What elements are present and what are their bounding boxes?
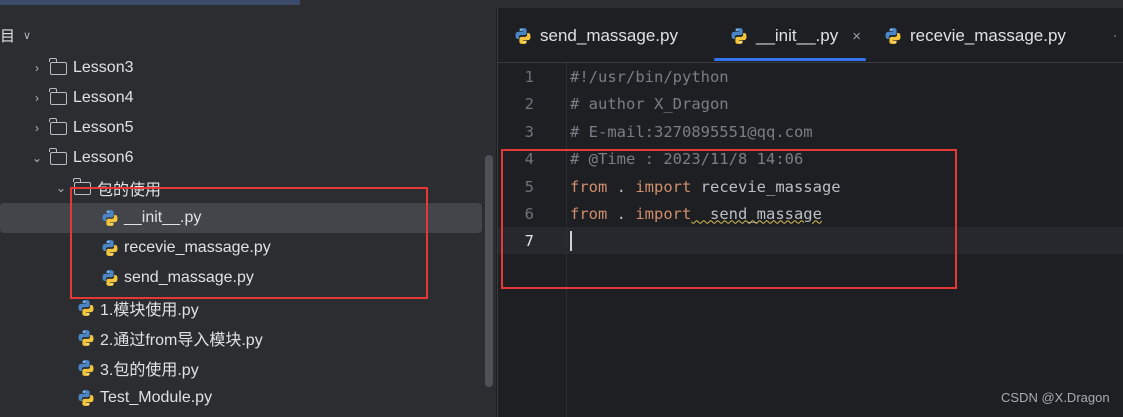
code-comment: # E-mail:3270895551@qq.com bbox=[570, 122, 813, 141]
tree-item-lesson3[interactable]: › Lesson3 bbox=[0, 53, 512, 83]
tab-overflow[interactable] bbox=[1114, 20, 1123, 52]
line-number: 2 bbox=[524, 94, 534, 113]
python-file-icon bbox=[77, 329, 95, 347]
tree-item-lesson5[interactable]: › Lesson5 bbox=[0, 113, 512, 143]
python-file-icon bbox=[884, 27, 902, 45]
tree-item-label: 3.包的使用.py bbox=[100, 362, 199, 379]
python-file-icon bbox=[77, 389, 95, 407]
tree-item-package-use[interactable]: 3.包的使用.py bbox=[0, 353, 559, 383]
project-scrollbar[interactable] bbox=[485, 155, 493, 387]
tree-item-lesson6[interactable]: ⌄ Lesson6 bbox=[0, 143, 512, 173]
window-top-strip bbox=[0, 0, 1123, 8]
tree-item-label: 2.通过from导入模块.py bbox=[100, 332, 263, 349]
close-icon[interactable]: × bbox=[852, 28, 861, 45]
annotation-box-files bbox=[70, 187, 428, 299]
chevron-right-icon[interactable]: › bbox=[30, 61, 44, 75]
tab-label: recevie_massage.py bbox=[910, 26, 1066, 45]
chevron-down-icon[interactable]: ⌄ bbox=[54, 181, 68, 195]
editor-tab-bar: send_massage.py __init__.py × recevie_ma… bbox=[498, 8, 1123, 63]
tree-item-test-module[interactable]: Test_Module.py bbox=[0, 383, 559, 413]
python-file-icon bbox=[77, 299, 95, 317]
project-view-selector[interactable]: 目 ∨ bbox=[0, 20, 31, 50]
tab-send-massage[interactable]: send_massage.py bbox=[514, 20, 678, 52]
code-comment: # author X_Dragon bbox=[570, 94, 729, 113]
code-line-3[interactable]: 3 # E-mail:3270895551@qq.com bbox=[498, 118, 1123, 145]
tree-item-label: Lesson3 bbox=[73, 59, 134, 76]
code-line-1[interactable]: 1 #!/usr/bin/python bbox=[498, 63, 1123, 90]
python-file-icon bbox=[77, 359, 95, 377]
tab-init-py[interactable]: __init__.py × bbox=[730, 20, 861, 52]
folder-icon bbox=[49, 117, 67, 135]
chevron-down-icon[interactable]: ⌄ bbox=[30, 151, 44, 165]
python-file-icon bbox=[514, 27, 532, 45]
title-accent bbox=[0, 0, 300, 5]
folder-icon bbox=[49, 87, 67, 105]
tree-item-label: Lesson4 bbox=[73, 89, 134, 106]
line-number: 3 bbox=[524, 122, 534, 141]
folder-icon bbox=[49, 147, 67, 165]
annotation-box-code bbox=[501, 149, 957, 289]
watermark: CSDN @X.Dragon bbox=[1001, 390, 1110, 405]
python-file-icon bbox=[1114, 27, 1116, 45]
project-view-label: 目 bbox=[0, 27, 16, 45]
tree-item-label: Lesson6 bbox=[73, 149, 134, 166]
chevron-right-icon[interactable]: › bbox=[30, 91, 44, 105]
active-tab-indicator bbox=[714, 58, 866, 61]
tree-item-lesson4[interactable]: › Lesson4 bbox=[0, 83, 512, 113]
python-file-icon bbox=[730, 27, 748, 45]
folder-icon bbox=[49, 57, 67, 75]
chevron-right-icon[interactable]: › bbox=[30, 121, 44, 135]
code-line-2[interactable]: 2 # author X_Dragon bbox=[498, 90, 1123, 117]
tree-item-label: 1.模块使用.py bbox=[100, 302, 199, 319]
tab-label: __init__.py bbox=[756, 26, 839, 45]
tab-label: send_massage.py bbox=[540, 26, 678, 45]
code-comment: #!/usr/bin/python bbox=[570, 67, 729, 86]
tree-item-label: Test_Module.py bbox=[100, 389, 213, 406]
tab-recevie-massage[interactable]: recevie_massage.py bbox=[884, 20, 1066, 52]
tree-item-from-import[interactable]: 2.通过from导入模块.py bbox=[0, 323, 559, 353]
line-number: 1 bbox=[524, 67, 534, 86]
chevron-down-icon: ∨ bbox=[23, 29, 32, 42]
tree-item-label: Lesson5 bbox=[73, 119, 134, 136]
